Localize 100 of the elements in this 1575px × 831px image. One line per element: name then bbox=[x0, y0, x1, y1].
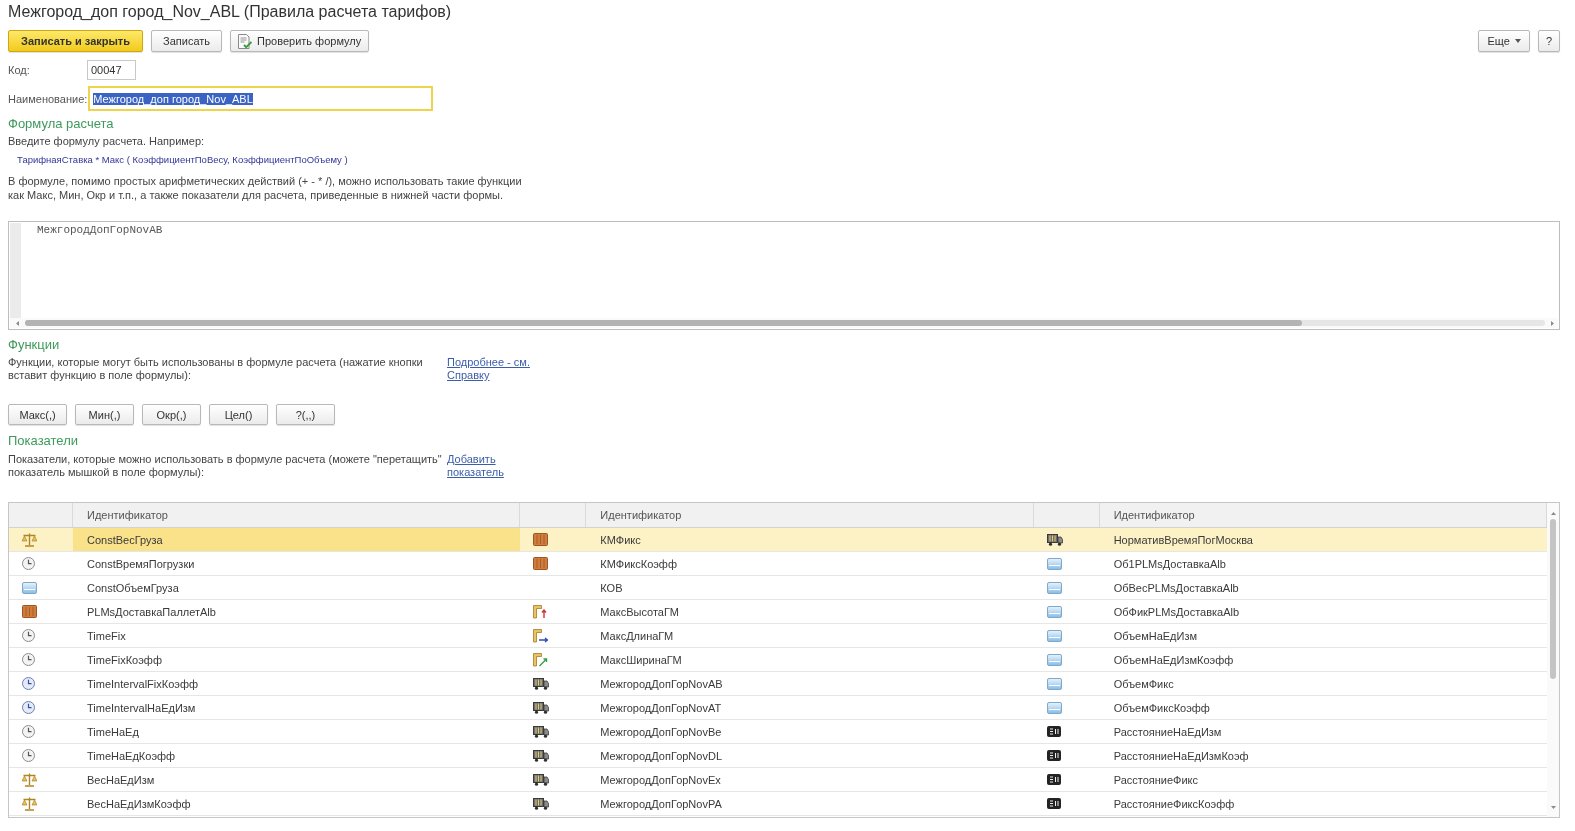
function-button[interactable]: Макс(,) bbox=[8, 404, 67, 425]
table-cell-text: ОбВесPLMsДоставкаAlb bbox=[1112, 580, 1240, 596]
plate-icon bbox=[1046, 798, 1061, 809]
plate-icon bbox=[1046, 726, 1061, 737]
description-text: Функции, которые могут быть использованы в формуле расчета (нажатие кнопки вставит функцию в поле формулы): bbox=[8, 356, 424, 382]
function-button[interactable]: ?(,,) bbox=[276, 404, 335, 425]
section-heading: Формула расчета bbox=[8, 116, 114, 132]
table-cell-text: ОбъемФикс bbox=[1112, 676, 1175, 692]
tile-icon bbox=[1046, 581, 1062, 594]
table-cell-text: ОбъемНаЕдИзмКоэфф bbox=[1112, 652, 1235, 668]
scales-icon bbox=[22, 772, 37, 787]
ruler-arrow-icon bbox=[533, 604, 549, 619]
clock-icon bbox=[22, 701, 35, 714]
clock-icon bbox=[22, 725, 35, 738]
crate-icon bbox=[22, 605, 37, 618]
table-cell-text: TimeНаЕд bbox=[86, 724, 140, 740]
table-cell-text: TimeIntervalFixКоэфф bbox=[86, 676, 199, 692]
truck-icon bbox=[533, 677, 550, 690]
description-text: Показатели, которые можно использовать в формуле расчета (можете "перетащить" показатель мышкой в поле формулы): bbox=[8, 453, 443, 479]
plate-icon bbox=[1046, 750, 1061, 761]
table-cell-text: МежгородДопГорNovDL bbox=[599, 748, 723, 764]
note-text: В формуле, помимо простых арифметических действий (+ - * /), можно использовать такие функции как Макс, Мин, Окр и т.п., а также показатели для расчета, приведенные в нижней части формы. bbox=[8, 174, 522, 202]
tile-icon bbox=[1046, 629, 1062, 642]
table-cell-text: TimeFixКоэфф bbox=[86, 652, 163, 668]
table-cell-text: РасстояниеНаЕдИзм bbox=[1112, 724, 1223, 740]
table-cell-text: PLMsДоставкаПаллетAlb bbox=[86, 604, 217, 620]
table-cell-text: TimeНаЕдКоэфф bbox=[86, 748, 177, 764]
tile-icon bbox=[1046, 653, 1062, 666]
more-menu-button[interactable]: Еще bbox=[1478, 30, 1530, 52]
formula-example: ТарифнаяСтавка * Макс ( КоэффициентПоВесу, КоэффициентПоОбъему ) bbox=[17, 154, 348, 166]
table-cell-text: МаксВысотаГМ bbox=[599, 604, 680, 620]
truck-icon bbox=[533, 797, 550, 810]
table-cell-text: ВесНаЕдИзм bbox=[86, 772, 156, 788]
tile-icon bbox=[1046, 701, 1062, 714]
vertical-scrollbar[interactable] bbox=[1547, 503, 1559, 817]
horizontal-scrollbar[interactable] bbox=[10, 318, 1558, 328]
hint-text: Введите формулу расчета. Например: bbox=[8, 135, 205, 148]
table-cell-text: РасстояниеФиксКоэфф bbox=[1112, 796, 1236, 812]
toolbar-button[interactable]: ? bbox=[1537, 30, 1560, 52]
function-button[interactable]: Цел() bbox=[209, 404, 268, 425]
table-cell-text: МаксДлинаГМ bbox=[599, 628, 675, 644]
function-button[interactable]: Мин(,) bbox=[75, 404, 134, 425]
code-field[interactable]: 00047 bbox=[87, 60, 136, 80]
table-cell-text: РасстояниеНаЕдИзмКоэф bbox=[1112, 748, 1250, 764]
table-cell-text: Об1PLMsДоставкаAlb bbox=[1112, 556, 1227, 572]
plate-icon bbox=[1046, 774, 1061, 785]
table-cell-text: НормативВремяПогМосква bbox=[1112, 532, 1254, 548]
crate-icon bbox=[533, 533, 549, 546]
document-check-icon bbox=[238, 33, 253, 49]
clock-icon bbox=[22, 653, 35, 666]
check-formula-button[interactable]: Проверить формулу bbox=[230, 30, 370, 52]
ruler-arrow-icon bbox=[533, 628, 549, 643]
add-indicator-link[interactable]: Добавить показатель bbox=[447, 453, 533, 479]
column-header[interactable]: Идентификатор bbox=[586, 503, 1034, 527]
table-cell: ConstВесГруза bbox=[73, 528, 521, 551]
table-cell-text: TimeIntervalНаЕдИзм bbox=[86, 700, 197, 716]
formula-editor[interactable]: МежгородДопГорNovAB bbox=[8, 221, 1560, 330]
function-button[interactable]: Окр(,) bbox=[142, 404, 201, 425]
table-cell-text: КОВ bbox=[599, 580, 624, 596]
truck-icon bbox=[533, 725, 550, 738]
truck-icon bbox=[533, 773, 550, 786]
save-close-button[interactable]: Записать и закрыть bbox=[8, 30, 144, 52]
window-title: Межгород_доп город_Nov_ABL (Правила расчета тарифов) bbox=[8, 2, 452, 22]
scroll-up-icon bbox=[1550, 512, 1556, 515]
table-cell-text: КМФикс bbox=[599, 532, 642, 548]
table-cell-text: ConstОбъемГруза bbox=[86, 580, 180, 596]
table-cell-text: МежгородДопГорNovAT bbox=[599, 700, 723, 716]
table-cell-text: МаксШиринаГМ bbox=[599, 652, 683, 668]
table-cell-text: ОбъемФиксКоэфф bbox=[1112, 700, 1211, 716]
clock-icon bbox=[22, 629, 35, 642]
column-header[interactable]: Идентификатор bbox=[73, 503, 521, 527]
field-label: Код: bbox=[8, 64, 31, 76]
table-cell-text: TimeFix bbox=[86, 628, 127, 644]
truck-icon bbox=[1046, 533, 1063, 546]
table-row[interactable]: ConstВесГруза КМФикс НормативВремяПогМосква bbox=[9, 528, 1547, 552]
table-cell-text: ConstВремяПогрузки bbox=[86, 556, 196, 572]
table-cell-text: ОбФикPLMsДоставкаAlb bbox=[1112, 604, 1241, 620]
table-cell-text: ОбъемНаЕдИзм bbox=[1112, 628, 1199, 644]
scales-icon bbox=[22, 532, 37, 547]
crate-icon bbox=[533, 557, 549, 570]
toolbar-button[interactable]: Записать bbox=[151, 30, 223, 52]
name-field[interactable]: Межгород_доп город_Nov_ABL bbox=[88, 86, 434, 111]
clock-icon bbox=[22, 677, 35, 690]
table-cell-text: МежгородДопГорNovBe bbox=[599, 724, 723, 740]
scroll-right-icon bbox=[1551, 320, 1554, 326]
table-cell-text: КМФиксКоэфф bbox=[599, 556, 678, 572]
tile-icon bbox=[1046, 677, 1062, 690]
field-label: Наименование: bbox=[8, 92, 89, 105]
scales-icon bbox=[22, 796, 37, 811]
scrollbar-thumb[interactable] bbox=[25, 320, 1302, 326]
table-cell-text: РасстояниеФикс bbox=[1112, 772, 1199, 788]
scroll-left-icon bbox=[16, 320, 19, 326]
caret-icon bbox=[1514, 39, 1521, 43]
tile-icon bbox=[1046, 605, 1062, 618]
tile-icon bbox=[1046, 557, 1062, 570]
scrollbar-thumb[interactable] bbox=[1550, 519, 1556, 679]
help-link[interactable]: Подробнее - см. Справку bbox=[447, 356, 533, 382]
ruler-arrow-icon bbox=[533, 652, 549, 667]
table-cell-text: МежгородДопГорNovPA bbox=[599, 796, 723, 812]
scroll-down-icon bbox=[1550, 806, 1556, 809]
